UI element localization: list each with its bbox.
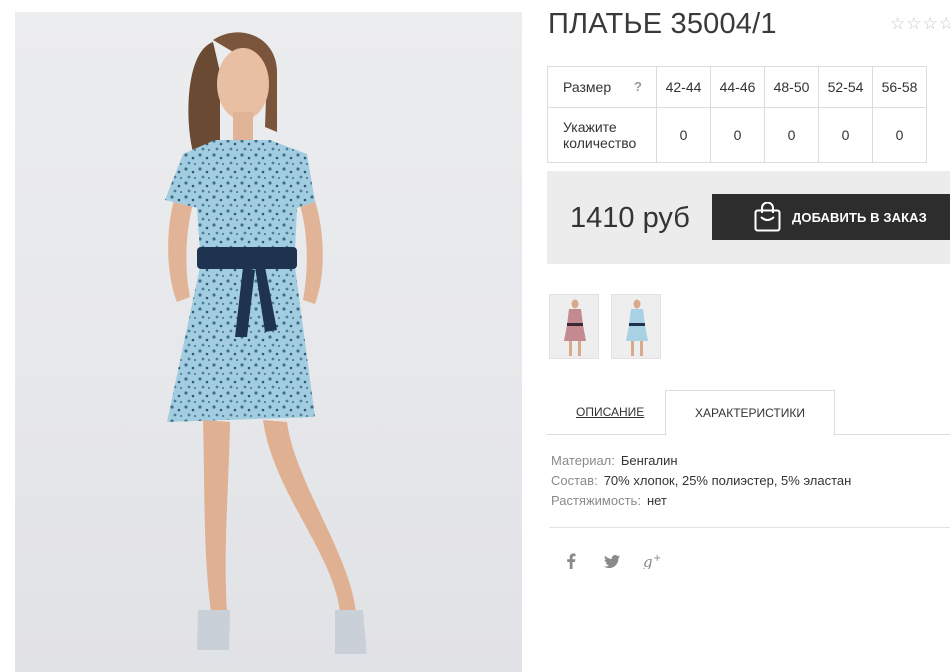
- characteristic-value: 70% хлопок, 25% полиэстер, 5% эластан: [603, 473, 852, 488]
- quantity-input[interactable]: 0: [710, 107, 765, 163]
- tab-description[interactable]: ОПИСАНИЕ: [576, 405, 644, 419]
- quantity-input[interactable]: 0: [872, 107, 927, 163]
- product-main-photo[interactable]: [15, 12, 522, 672]
- svg-text:+: +: [653, 553, 661, 564]
- characteristic-value: Бенгалин: [620, 453, 678, 468]
- add-to-order-label: ДОБАВИТЬ В ЗАКАЗ: [792, 209, 927, 225]
- size-cell: 56-58: [872, 66, 927, 108]
- characteristic-row: Материал: Бенгалин: [551, 453, 851, 473]
- price: 1410 руб: [570, 202, 690, 234]
- google-plus-icon[interactable]: g +: [642, 551, 664, 571]
- quantity-input[interactable]: 0: [656, 107, 711, 163]
- characteristic-key: Растяжимость:: [551, 493, 641, 508]
- divider: [549, 527, 950, 528]
- dress-blue-thumbnail[interactable]: [611, 294, 661, 359]
- quantity-row: Укажите количество 0 0 0 0 0: [547, 107, 927, 163]
- dress-pink-thumbnail[interactable]: [549, 294, 599, 359]
- characteristic-key: Состав:: [551, 473, 598, 488]
- quantity-input[interactable]: 0: [764, 107, 819, 163]
- size-help-icon[interactable]: ?: [634, 79, 642, 94]
- characteristic-row: Растяжимость: нет: [551, 493, 851, 513]
- size-label: Размер: [563, 79, 612, 95]
- size-cell: 48-50: [764, 66, 819, 108]
- price-box: 1410 руб ДОБАВИТЬ В ЗАКАЗ: [547, 171, 950, 264]
- svg-text:g: g: [643, 553, 653, 569]
- product-title: ПЛАТЬЕ 35004/1: [548, 8, 777, 40]
- facebook-icon[interactable]: [560, 551, 582, 571]
- social-share: g +: [560, 551, 664, 571]
- twitter-icon[interactable]: [601, 551, 623, 571]
- shopping-bag-icon: [754, 202, 781, 232]
- characteristics-list: Материал: Бенгалин Состав: 70% хлопок, 25%…: [551, 453, 851, 513]
- add-to-order-button[interactable]: ДОБАВИТЬ В ЗАКАЗ: [712, 194, 950, 240]
- size-label-cell: Размер ?: [547, 66, 657, 108]
- characteristic-value: нет: [646, 493, 667, 508]
- characteristic-row: Состав: 70% хлопок, 25% полиэстер, 5% эла…: [551, 473, 851, 493]
- rating-stars[interactable]: ☆☆☆☆☆: [890, 14, 950, 34]
- size-cell: 42-44: [656, 66, 711, 108]
- size-cell: 44-46: [710, 66, 765, 108]
- product-page: ПЛАТЬЕ 35004/1 ☆☆☆☆☆ Размер ? 42-44 44-4…: [0, 0, 950, 672]
- tab-characteristics[interactable]: ХАРАКТЕРИСТИКИ: [665, 390, 835, 436]
- characteristic-key: Материал:: [551, 453, 615, 468]
- size-cell: 52-54: [818, 66, 873, 108]
- quantity-label: Укажите количество: [547, 107, 657, 163]
- quantity-input[interactable]: 0: [818, 107, 873, 163]
- size-table: Размер ? 42-44 44-46 48-50 52-54 56-58 У…: [547, 66, 927, 163]
- model-in-dress-image: [165, 32, 371, 664]
- size-row: Размер ? 42-44 44-46 48-50 52-54 56-58: [547, 66, 927, 108]
